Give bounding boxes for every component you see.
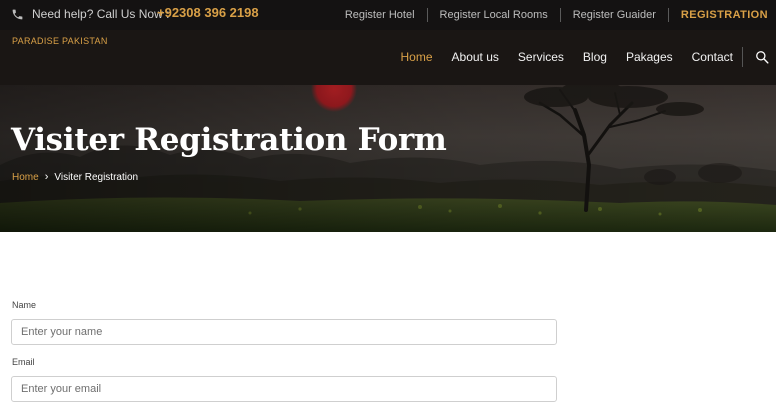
top-bar: Need help? Call Us Now : +92308 396 2198… bbox=[0, 0, 776, 30]
nav-home[interactable]: Home bbox=[401, 50, 433, 64]
main-navbar: PARADISE PAKISTAN Home About us Services… bbox=[0, 30, 776, 85]
register-hotel-link[interactable]: Register Hotel bbox=[333, 8, 428, 22]
register-guaider-link[interactable]: Register Guaider bbox=[561, 8, 669, 22]
chevron-right-icon: › bbox=[44, 171, 49, 183]
email-label: Email bbox=[12, 357, 35, 367]
breadcrumb: Home › Visiter Registration bbox=[12, 171, 138, 183]
top-links: Register Hotel Register Local Rooms Regi… bbox=[333, 0, 776, 30]
nav-services[interactable]: Services bbox=[518, 50, 564, 64]
name-field[interactable] bbox=[11, 319, 557, 345]
hero-overlay bbox=[0, 85, 776, 232]
phone-number[interactable]: +92308 396 2198 bbox=[157, 5, 259, 20]
phone-icon bbox=[12, 9, 23, 20]
hero-banner: Visiter Registration Form Home › Visiter… bbox=[0, 85, 776, 232]
email-field[interactable] bbox=[11, 376, 557, 402]
breadcrumb-current: Visiter Registration bbox=[54, 171, 139, 183]
nav-pakages[interactable]: Pakages bbox=[626, 50, 673, 64]
help-text: Need help? Call Us Now : bbox=[32, 7, 170, 21]
name-label: Name bbox=[12, 300, 37, 310]
nav-blog[interactable]: Blog bbox=[583, 50, 607, 64]
nav-about-us[interactable]: About us bbox=[452, 50, 499, 64]
search-icon[interactable] bbox=[755, 50, 769, 64]
brand-logo[interactable]: PARADISE PAKISTAN bbox=[12, 36, 108, 46]
main-menu: Home About us Services Blog Pakages Cont… bbox=[382, 50, 734, 64]
registration-link[interactable]: REGISTRATION bbox=[669, 8, 776, 22]
breadcrumb-home[interactable]: Home bbox=[12, 172, 39, 183]
page-title: Visiter Registration Form bbox=[11, 122, 447, 158]
nav-divider bbox=[742, 47, 743, 67]
nav-contact[interactable]: Contact bbox=[692, 50, 733, 64]
register-local-rooms-link[interactable]: Register Local Rooms bbox=[428, 8, 561, 22]
